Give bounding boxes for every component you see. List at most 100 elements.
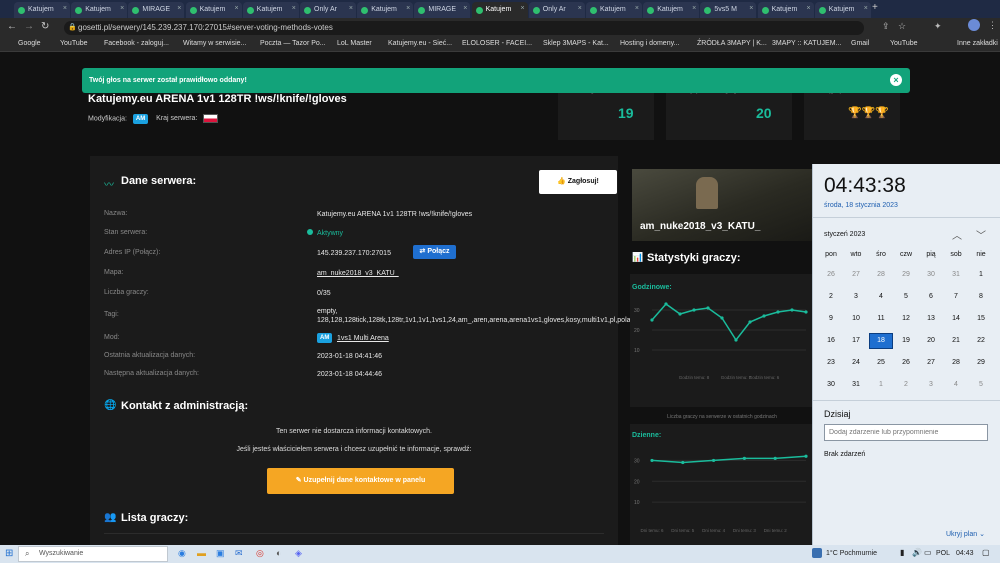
bookmark-item[interactable]: 3MAPY :: KATUJEM... — [772, 40, 841, 47]
browser-tab[interactable]: Katujem × — [757, 2, 814, 18]
clock-date[interactable]: środa, 18 stycznia 2023 — [824, 202, 898, 209]
bookmark-item[interactable]: YouTube — [60, 40, 88, 47]
network-icon[interactable]: ▮ — [900, 548, 904, 557]
chrome-icon[interactable]: ◎ — [256, 548, 264, 559]
calendar-day[interactable]: 17 — [844, 337, 868, 344]
calendar-day[interactable]: 11 — [869, 315, 893, 322]
calendar-day[interactable]: 29 — [969, 359, 993, 366]
calendar-day[interactable]: 12 — [894, 315, 918, 322]
discord-icon[interactable]: ◈ — [295, 548, 302, 559]
calendar-day[interactable]: 27 — [919, 359, 943, 366]
close-icon[interactable]: × — [235, 5, 239, 12]
calendar-day[interactable]: 4 — [944, 381, 968, 388]
calendar-day[interactable]: 14 — [944, 315, 968, 322]
close-icon[interactable]: × — [463, 5, 467, 12]
browser-tab[interactable]: Katujem × — [643, 2, 700, 18]
browser-tab[interactable]: Only Ar × — [528, 2, 585, 18]
calendar-day[interactable]: 29 — [894, 271, 918, 278]
chevron-up-icon[interactable]: ︿ — [952, 227, 962, 242]
vote-button[interactable]: 👍 Zagłosuj! — [539, 170, 617, 194]
bookmark-item[interactable]: Sklep 3MAPS - Kat... — [543, 40, 609, 47]
weather-text[interactable]: 1°C Pochmurnie — [826, 550, 877, 557]
browser-tab[interactable]: Katujem × — [185, 2, 242, 18]
calendar-day[interactable]: 1 — [869, 381, 893, 388]
close-icon[interactable]: × — [635, 5, 639, 12]
connect-button[interactable]: ⇄ Połącz — [413, 245, 456, 259]
calendar-day[interactable]: 23 — [819, 359, 843, 366]
browser-tab[interactable]: Katujem × — [471, 2, 528, 18]
calendar-month[interactable]: styczeń 2023 — [824, 231, 865, 238]
details-value[interactable]: am_nuke2018_v3_KATU_ — [317, 269, 613, 278]
calendar-day[interactable]: 21 — [944, 337, 968, 344]
calendar-day[interactable]: 26 — [819, 271, 843, 278]
close-icon[interactable]: × — [349, 5, 353, 12]
share-icon[interactable]: ⇪ — [882, 21, 890, 32]
close-icon[interactable]: × — [692, 5, 696, 12]
close-icon[interactable]: × — [292, 5, 296, 12]
calendar-day[interactable]: 5 — [969, 381, 993, 388]
steam-icon[interactable]: ◐ — [276, 548, 281, 558]
browser-tab[interactable]: Only Ar × — [300, 2, 356, 18]
calendar-day[interactable]: 2 — [819, 293, 843, 300]
calendar-day[interactable]: 30 — [919, 271, 943, 278]
address-bar[interactable]: 🔒 gosetti.pl/serwery/145.239.237.170:270… — [64, 21, 864, 35]
calendar-day[interactable]: 30 — [819, 381, 843, 388]
calendar-day[interactable]: 15 — [969, 315, 993, 322]
bookmark-item[interactable]: ELOLOSER - FACEI... — [462, 40, 532, 47]
bookmark-item[interactable]: LoL Master — [337, 40, 372, 47]
language-indicator[interactable]: POL — [936, 550, 950, 557]
browser-tab[interactable]: Katujem × — [14, 2, 70, 18]
bookmark-item[interactable]: Gmail — [851, 40, 869, 47]
reload-icon[interactable]: ↻ — [41, 21, 49, 32]
menu-icon[interactable]: ⋮ — [988, 20, 997, 31]
calendar-day-today[interactable]: 18 — [869, 333, 893, 349]
hide-plan-link[interactable]: Ukryj plan ⌄ — [946, 530, 985, 538]
bookmark-item[interactable]: Hosting i domeny... — [620, 40, 679, 47]
calendar-day[interactable]: 6 — [919, 293, 943, 300]
calendar-day[interactable]: 25 — [869, 359, 893, 366]
calendar-day[interactable]: 28 — [944, 359, 968, 366]
calendar-day[interactable]: 27 — [844, 271, 868, 278]
calendar-day[interactable]: 31 — [844, 381, 868, 388]
edge-icon[interactable]: ◉ — [178, 548, 186, 559]
bookmark-item[interactable]: Poczta — Tazor Po... — [260, 40, 326, 47]
bookmark-item[interactable]: Google — [18, 40, 41, 47]
calendar-day[interactable]: 3 — [844, 293, 868, 300]
bookmark-item[interactable]: ŹRÓDŁA 3MAPY | K... — [697, 40, 767, 47]
taskbar-search[interactable]: ⌕ Wyszukiwanie — [18, 546, 168, 562]
close-icon[interactable]: × — [807, 5, 811, 12]
new-tab-icon[interactable]: + — [872, 2, 878, 13]
close-icon[interactable]: × — [406, 5, 410, 12]
back-icon[interactable]: ← — [7, 21, 17, 32]
browser-tab[interactable]: MIRAGE × — [128, 2, 185, 18]
windows-start-icon[interactable]: ⊞ — [5, 548, 13, 559]
notifications-icon[interactable]: ▢ — [982, 548, 990, 557]
close-icon[interactable]: × — [578, 5, 582, 12]
calendar-day[interactable]: 9 — [819, 315, 843, 322]
calendar-day[interactable]: 13 — [919, 315, 943, 322]
calendar-day[interactable]: 7 — [944, 293, 968, 300]
calendar-day[interactable]: 26 — [894, 359, 918, 366]
volume-icon[interactable]: 🔊 — [912, 548, 922, 557]
calendar-day[interactable]: 20 — [919, 337, 943, 344]
bookmark-star-icon[interactable]: ☆ — [898, 21, 906, 32]
close-icon[interactable]: × — [521, 5, 525, 12]
close-icon[interactable]: × — [63, 5, 67, 12]
chevron-down-icon[interactable]: ﹀ — [976, 227, 986, 242]
close-icon[interactable]: × — [120, 5, 124, 12]
browser-tab[interactable]: 5vs5 M × — [700, 2, 757, 18]
mail-icon[interactable]: ✉ — [235, 548, 243, 559]
battery-icon[interactable]: ▭ — [924, 548, 932, 557]
calendar-day[interactable]: 5 — [894, 293, 918, 300]
avatar[interactable] — [968, 19, 980, 31]
calendar-day[interactable]: 2 — [894, 381, 918, 388]
calendar-day[interactable]: 1 — [969, 271, 993, 278]
bookmark-item[interactable]: Facebook - zaloguj... — [104, 40, 169, 47]
complete-contact-button[interactable]: ✎ Uzupełnij dane kontaktowe w panelu — [267, 468, 454, 494]
calendar-day[interactable]: 3 — [919, 381, 943, 388]
bookmark-item[interactable]: Inne zakładki — [957, 40, 998, 47]
close-icon[interactable]: × — [177, 5, 181, 12]
calendar-day[interactable]: 19 — [894, 337, 918, 344]
details-value[interactable]: 1vs1 Multi Arena — [337, 334, 633, 343]
close-icon[interactable]: × — [749, 5, 753, 12]
